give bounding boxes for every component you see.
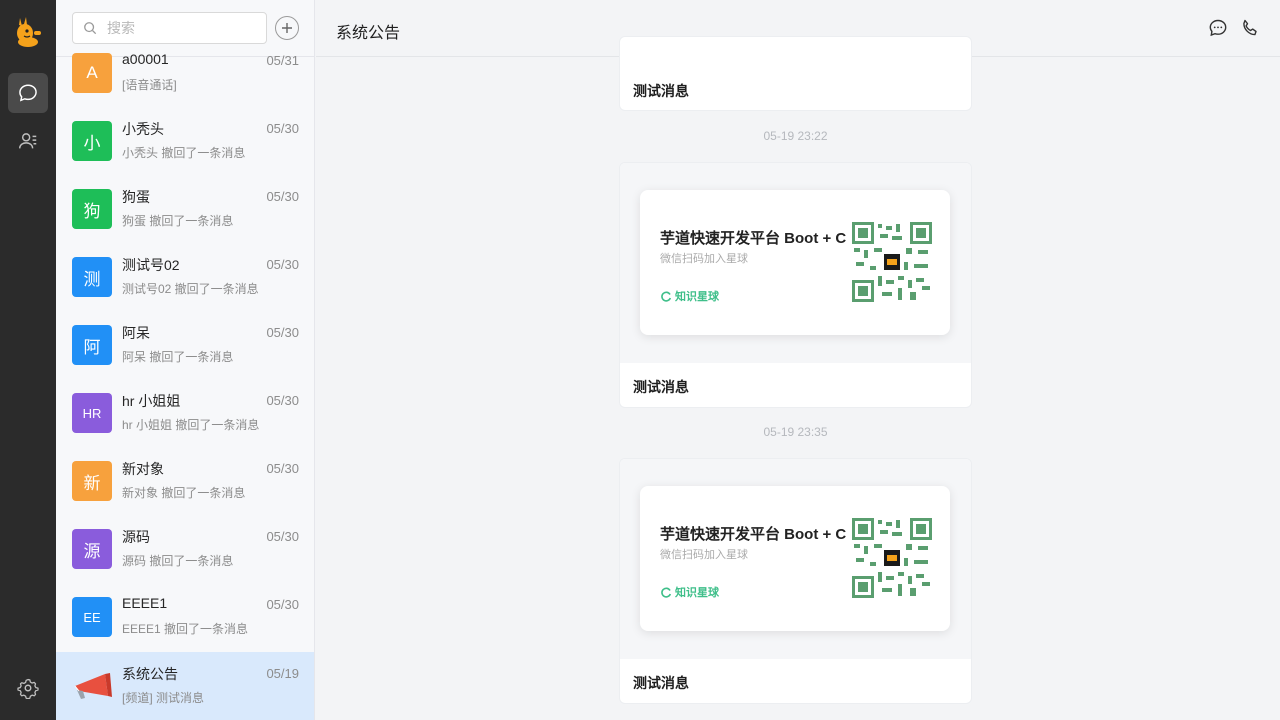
conversation-name: 系统公告	[122, 666, 178, 682]
conversation-name: 源码	[122, 529, 150, 545]
conversation-preview: 小秃头 撤回了一条消息	[122, 146, 246, 160]
link-preview[interactable]: 芋道快速开发平台 Boot + C 微信扫码加入星球 知识星球	[620, 459, 971, 659]
conversation-preview: 测试号02 撤回了一条消息	[122, 282, 259, 296]
avatar: 阿	[72, 325, 112, 365]
message-card: 芋道快速开发平台 Boot + C 微信扫码加入星球 知识星球 测试消息	[619, 458, 972, 704]
conversation-date: 05/30	[266, 325, 299, 340]
conversation-name: 测试号02	[122, 257, 180, 273]
message-card: 芋道快速开发平台 Boot + C 微信扫码加入星球 知识星球 测试消息	[619, 162, 972, 408]
mascot-logo-icon	[12, 14, 44, 48]
nav-chat-button[interactable]	[8, 73, 48, 113]
conversation-preview: 狗蛋 撤回了一条消息	[122, 214, 234, 228]
conversation-item-adai[interactable]: 阿 阿呆 05/30 阿呆 撤回了一条消息	[56, 311, 314, 379]
nav-contacts-button[interactable]	[8, 121, 48, 161]
conversation-name: EEEE1	[122, 595, 168, 611]
promo-card: 芋道快速开发平台 Boot + C 微信扫码加入星球 知识星球	[640, 190, 950, 335]
conversation-item-yuanma[interactable]: 源 源码 05/30 源码 撤回了一条消息	[56, 515, 314, 583]
chat-panel: 系统公告 测试消息 05-19 23:22 芋道快速开发平台 Boot + C …	[316, 0, 1280, 720]
settings-button[interactable]	[8, 668, 48, 708]
promo-title: 芋道快速开发平台 Boot + C	[660, 526, 847, 543]
avatar: 测	[72, 257, 112, 297]
message-text: 测试消息	[633, 83, 689, 99]
phone-icon[interactable]	[1240, 18, 1260, 38]
app-rail	[0, 0, 56, 720]
link-preview[interactable]: 芋道快速开发平台 Boot + C 微信扫码加入星球 知识星球	[620, 163, 971, 363]
chat-dots-icon[interactable]	[1208, 18, 1228, 38]
conversation-item-test02[interactable]: 测 测试号02 05/30 测试号02 撤回了一条消息	[56, 243, 314, 311]
conversation-name: 小秃头	[122, 121, 164, 137]
conversation-name: 阿呆	[122, 325, 150, 341]
conversation-preview: 源码 撤回了一条消息	[122, 554, 234, 568]
conversation-item-a00001[interactable]: A a00001 05/31 [语音通话]	[56, 39, 314, 107]
conversation-item-hr[interactable]: HR hr 小姐姐 05/30 hr 小姐姐 撤回了一条消息	[56, 379, 314, 447]
page-title: 系统公告	[336, 25, 401, 42]
message-timestamp: 05-19 23:35	[763, 425, 828, 439]
conversation-preview: hr 小姐姐 撤回了一条消息	[122, 418, 260, 432]
conversation-item-xinduixiang[interactable]: 新 新对象 05/30 新对象 撤回了一条消息	[56, 447, 314, 515]
conversation-name: hr 小姐姐	[122, 393, 181, 409]
promo-subtitle: 微信扫码加入星球	[660, 549, 748, 561]
qr-code-icon	[852, 518, 932, 598]
conversation-item-xiaotutou[interactable]: 小 小秃头 05/30 小秃头 撤回了一条消息	[56, 107, 314, 175]
avatar: 源	[72, 529, 112, 569]
conversation-date: 05/30	[266, 461, 299, 476]
conversation-preview: 阿呆 撤回了一条消息	[122, 350, 234, 364]
conversation-name: 狗蛋	[122, 189, 150, 205]
conversation-date: 05/30	[266, 529, 299, 544]
promo-title: 芋道快速开发平台 Boot + C	[660, 230, 847, 247]
conversation-item-eeee1[interactable]: EE EEEE1 05/30 EEEE1 撤回了一条消息	[56, 583, 314, 651]
conversation-date: 05/30	[266, 597, 299, 612]
search-input[interactable]	[107, 20, 247, 36]
add-button[interactable]	[275, 16, 299, 40]
promo-brand: 知识星球	[660, 288, 719, 304]
plus-icon	[282, 23, 292, 33]
search-icon	[84, 22, 97, 35]
conversation-date: 05/30	[266, 189, 299, 204]
conversation-item-goudan[interactable]: 狗 狗蛋 05/30 狗蛋 撤回了一条消息	[56, 175, 314, 243]
megaphone-icon	[72, 666, 112, 706]
avatar: EE	[72, 597, 112, 637]
contacts-icon	[19, 133, 37, 149]
avatar: HR	[72, 393, 112, 433]
message-text: 测试消息	[633, 379, 689, 395]
qr-code-icon	[852, 222, 932, 302]
promo-subtitle: 微信扫码加入星球	[660, 253, 748, 265]
conversation-preview: [频道] 测试消息	[122, 691, 205, 705]
promo-brand-label: 知识星球	[675, 291, 719, 303]
conversation-name: 新对象	[122, 461, 164, 477]
message-timestamp: 05-19 23:22	[763, 129, 828, 143]
message-text: 测试消息	[633, 675, 689, 691]
promo-brand-label: 知识星球	[675, 587, 719, 599]
planet-icon	[661, 587, 672, 598]
conversation-date: 05/30	[266, 121, 299, 136]
gear-icon	[17, 678, 39, 699]
conversation-date: 05/30	[266, 393, 299, 408]
avatar: 新	[72, 461, 112, 501]
avatar: 小	[72, 121, 112, 161]
conversation-item-system-announcement[interactable]: 系统公告 05/19 [频道] 测试消息	[56, 652, 314, 720]
conversation-date: 05/31	[266, 53, 299, 68]
conversation-preview: [语音通话]	[122, 78, 177, 92]
conversation-name: a00001	[122, 51, 169, 67]
conversation-preview: EEEE1 撤回了一条消息	[122, 622, 249, 636]
avatar: A	[72, 53, 112, 93]
conversation-list: A a00001 05/31 [语音通话] 小 小秃头 05/30 小秃头 撤回…	[56, 0, 315, 720]
conversation-preview: 新对象 撤回了一条消息	[122, 486, 246, 500]
planet-icon	[661, 291, 672, 302]
avatar: 狗	[72, 189, 112, 229]
message-card: 测试消息	[619, 36, 972, 111]
chat-bubble-icon	[19, 84, 37, 102]
conversation-date: 05/19	[266, 666, 299, 681]
conversation-date: 05/30	[266, 257, 299, 272]
promo-card: 芋道快速开发平台 Boot + C 微信扫码加入星球 知识星球	[640, 486, 950, 631]
promo-brand: 知识星球	[660, 584, 719, 600]
